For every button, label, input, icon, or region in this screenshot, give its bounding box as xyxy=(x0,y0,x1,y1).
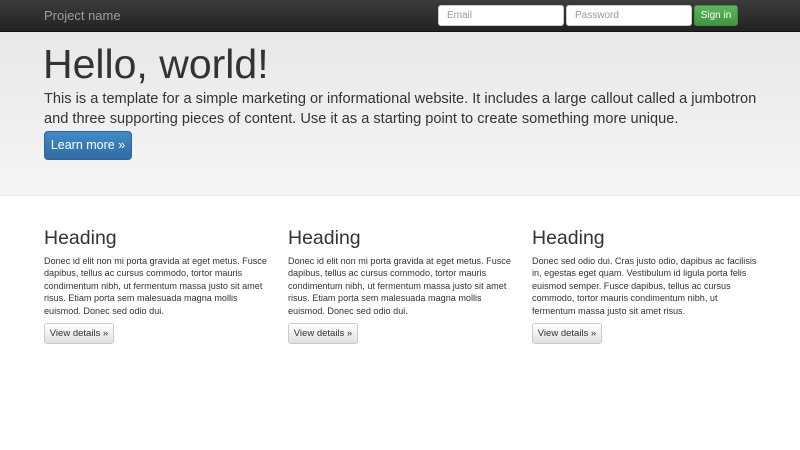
column-text: Donec id elit non mi porta gravida at eg… xyxy=(44,256,267,316)
learn-more-button[interactable]: Learn more » xyxy=(44,131,132,160)
content-column-1: Heading Donec id elit non mi porta gravi… xyxy=(44,226,272,344)
content-column-3: Heading Donec sed odio dui. Cras justo o… xyxy=(532,226,760,344)
email-input[interactable] xyxy=(438,5,564,26)
view-details-button[interactable]: View details » xyxy=(288,323,358,344)
navbar: Project name Sign in xyxy=(0,0,800,32)
view-details-button[interactable]: View details » xyxy=(44,323,114,344)
brand-link[interactable]: Project name xyxy=(44,8,121,24)
jumbotron: Hello, world! This is a template for a s… xyxy=(0,32,800,196)
password-input[interactable] xyxy=(566,5,692,26)
column-text: Donec sed odio dui. Cras justo odio, dap… xyxy=(532,256,757,316)
column-heading: Heading xyxy=(532,227,605,249)
jumbotron-lead: This is a template for a simple marketin… xyxy=(44,91,757,127)
content-column-2: Heading Donec id elit non mi porta gravi… xyxy=(288,226,516,344)
view-details-button[interactable]: View details » xyxy=(532,323,602,344)
column-heading: Heading xyxy=(288,227,361,249)
jumbotron-title: Hello, world! xyxy=(43,41,269,87)
column-heading: Heading xyxy=(44,227,117,249)
column-text: Donec id elit non mi porta gravida at eg… xyxy=(288,256,511,316)
sign-in-button[interactable]: Sign in xyxy=(694,5,738,26)
